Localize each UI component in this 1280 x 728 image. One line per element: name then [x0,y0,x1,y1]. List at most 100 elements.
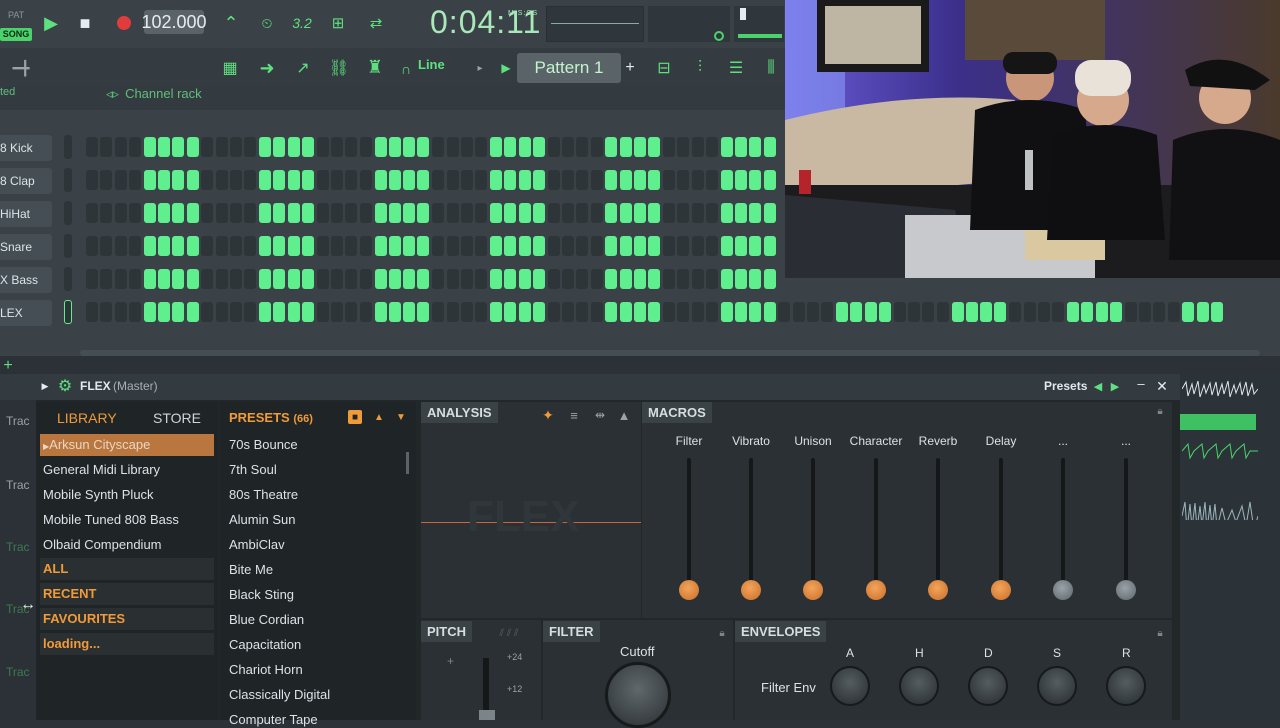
slide-icon[interactable]: ↗ [290,56,316,80]
magnet-icon[interactable]: ∩ [396,58,416,80]
step-button[interactable] [446,269,459,289]
step-button[interactable] [331,269,344,289]
step-button[interactable] [446,236,459,256]
step-button[interactable] [633,302,646,322]
step-button[interactable] [172,170,185,190]
step-button[interactable] [633,170,646,190]
step-button[interactable] [259,302,272,322]
step-button[interactable] [605,302,618,322]
step-button[interactable] [735,137,747,157]
step-button[interactable] [287,137,300,157]
step-button[interactable] [475,236,488,256]
step-button[interactable] [561,170,574,190]
step-button[interactable] [908,302,921,322]
macro-slider[interactable] [1124,458,1128,588]
library-category[interactable]: ALL [40,558,214,580]
stamp-icon[interactable]: ♜ [362,54,388,80]
step-button[interactable] [460,203,473,223]
step-button[interactable] [100,302,113,322]
preset-prev-icon[interactable]: ◀ [1092,379,1104,393]
channel-select-led[interactable] [64,135,72,159]
step-button[interactable] [215,203,228,223]
pat-song-switch[interactable]: PAT SONG [0,6,34,42]
step-button[interactable] [547,170,560,190]
preset-next-icon[interactable]: ▶ [1109,379,1121,393]
step-button[interactable] [619,137,632,157]
step-button[interactable] [331,203,344,223]
step-button[interactable] [691,137,704,157]
step-button[interactable] [201,170,214,190]
step-button[interactable] [705,170,718,190]
step-button[interactable] [518,203,531,223]
step-button[interactable] [128,302,141,322]
step-button[interactable] [86,269,98,289]
step-button[interactable] [561,203,574,223]
step-button[interactable] [1109,302,1122,322]
step-button[interactable] [605,269,618,289]
step-button[interactable] [86,203,98,223]
step-button[interactable] [532,203,545,223]
step-button[interactable] [663,170,675,190]
step-button[interactable] [114,269,127,289]
macro-slider-handle[interactable] [679,580,699,600]
presets-menu[interactable]: Presets [1044,379,1087,393]
step-button[interactable] [561,302,574,322]
step-button[interactable] [735,203,747,223]
step-button[interactable] [316,170,329,190]
step-button[interactable] [763,203,776,223]
step-button[interactable] [446,302,459,322]
step-button[interactable] [244,269,257,289]
step-button[interactable] [128,236,141,256]
step-button[interactable] [302,203,314,223]
step-button[interactable] [143,236,156,256]
step-button[interactable] [273,269,286,289]
macro-slider-handle[interactable] [928,580,948,600]
link-icon[interactable]: ⛓ [326,56,352,80]
browser-icon[interactable]: ☰ [722,56,750,80]
audio-clip-waveform[interactable] [1182,440,1258,462]
step-button[interactable] [244,302,257,322]
step-button[interactable] [374,137,387,157]
step-button[interactable] [100,203,113,223]
preset-item[interactable]: Blue Cordian [229,612,304,627]
macro-slider-handle[interactable] [991,580,1011,600]
step-button[interactable] [648,236,661,256]
step-button[interactable] [359,302,372,322]
preset-item[interactable]: Bite Me [229,562,273,577]
step-button[interactable] [864,302,877,322]
step-button[interactable] [532,302,545,322]
library-item[interactable]: Mobile Tuned 808 Bass [43,512,179,527]
preset-item[interactable]: Chariot Horn [229,662,303,677]
step-button[interactable] [432,269,445,289]
step-button[interactable] [201,137,214,157]
library-category[interactable]: FAVOURITES [40,608,214,630]
step-button[interactable] [316,269,329,289]
step-button[interactable] [432,302,445,322]
step-button[interactable] [374,302,387,322]
preset-item[interactable]: 70s Bounce [229,437,298,452]
step-button[interactable] [1052,302,1065,322]
add-pattern-icon[interactable]: + [622,58,638,78]
step-button[interactable] [576,137,589,157]
channel-name-button[interactable]: 8 Clap [0,168,52,194]
step-button[interactable] [230,137,242,157]
preset-item[interactable]: 80s Theatre [229,487,298,502]
channel-name-button[interactable]: LEX [0,300,52,326]
step-button[interactable] [100,269,113,289]
step-button[interactable] [201,269,214,289]
step-button[interactable] [576,302,589,322]
step-button[interactable] [186,236,199,256]
step-button[interactable] [172,203,185,223]
step-button[interactable] [86,137,98,157]
step-button[interactable] [691,203,704,223]
step-button[interactable] [345,302,358,322]
step-button[interactable] [1210,302,1223,322]
step-button[interactable] [186,137,199,157]
step-button[interactable] [201,302,214,322]
step-button[interactable] [316,236,329,256]
step-button[interactable] [504,236,517,256]
snap-next-icon[interactable]: ▸ [474,58,486,78]
step-button[interactable] [763,269,776,289]
step-button[interactable] [244,170,257,190]
step-button[interactable] [504,170,517,190]
